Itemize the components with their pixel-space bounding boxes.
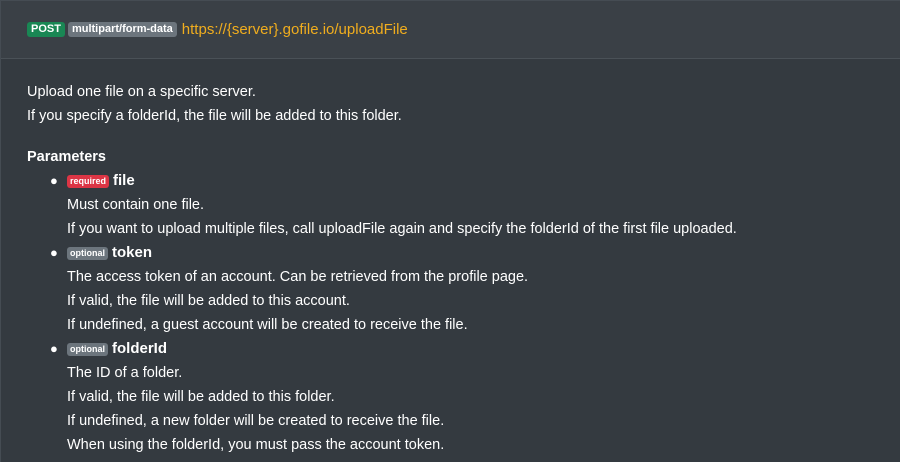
parameter-name: folderId	[112, 340, 167, 357]
parameter-description-line: When using the folderId, you must pass t…	[67, 437, 445, 453]
parameter-description-line: If undefined, a guest account will be cr…	[67, 317, 468, 333]
parameter-description-line: If undefined, a new folder will be creat…	[67, 413, 445, 429]
bullet-icon: ●	[50, 173, 58, 188]
description-line: If you specify a folderId, the file will…	[27, 108, 402, 124]
parameter-header: optional folderId	[67, 337, 874, 361]
parameters-list: ● required file Must contain one file. If…	[27, 169, 874, 457]
parameter-description-line: The ID of a folder.	[67, 365, 183, 381]
parameter-description-line: The access token of an account. Can be r…	[67, 269, 529, 285]
parameter-item-token: ● optional token The access token of an a…	[50, 241, 874, 337]
description-line: Upload one file on a specific server.	[27, 84, 256, 100]
bullet-icon: ●	[50, 245, 58, 260]
parameter-description-line: Must contain one file.	[67, 197, 205, 213]
parameter-header: required file	[67, 169, 874, 193]
endpoint-url: https://{server}.gofile.io/uploadFile	[181, 21, 408, 38]
parameter-name: file	[113, 172, 135, 189]
parameter-header: optional token	[67, 241, 874, 265]
parameter-name: token	[112, 244, 153, 261]
parameter-item-file: ● required file Must contain one file. If…	[50, 169, 874, 241]
optional-tag: optional	[67, 343, 108, 356]
parameter-description-line: If you want to upload multiple files, ca…	[67, 221, 737, 237]
method-badge: POST	[27, 22, 65, 37]
endpoint-panel: POST multipart/form-data https://{server…	[0, 0, 900, 462]
endpoint-body: Upload one file on a specific server. If…	[1, 59, 900, 457]
parameter-description-line: If valid, the file will be added to this…	[67, 293, 350, 309]
parameters-title: Parameters	[27, 149, 106, 165]
required-tag: required	[67, 175, 110, 188]
optional-tag: optional	[67, 247, 108, 260]
parameter-item-folderid: ● optional folderId The ID of a folder. I…	[50, 337, 874, 457]
bullet-icon: ●	[50, 341, 58, 356]
content-type-badge: multipart/form-data	[67, 22, 177, 37]
endpoint-header[interactable]: POST multipart/form-data https://{server…	[1, 1, 900, 59]
parameter-description-line: If valid, the file will be added to this…	[67, 389, 335, 405]
